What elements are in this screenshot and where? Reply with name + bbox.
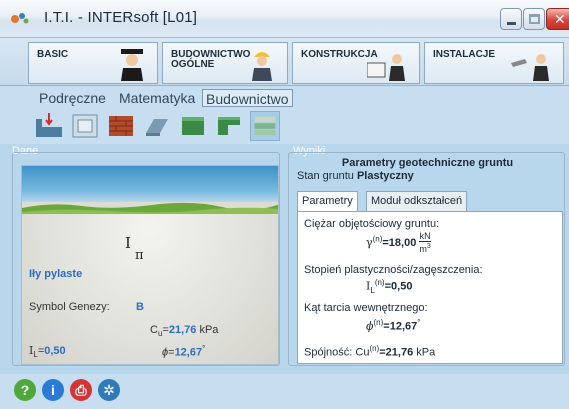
minimize-icon bbox=[507, 22, 516, 25]
tab-matematyka[interactable]: Matematyka bbox=[116, 89, 198, 107]
cu-field: Cu=21,76 kPa bbox=[150, 324, 218, 338]
maximize-icon bbox=[529, 14, 540, 24]
plasticity-value: 0,50 bbox=[391, 280, 413, 293]
cu-label: C bbox=[150, 324, 158, 336]
soil-name: Iły pylaste bbox=[29, 268, 83, 280]
cohesion-unit: kPa bbox=[416, 346, 436, 359]
module-tab-label: BUDOWNICTWO OGÓLNE bbox=[171, 49, 251, 70]
close-button[interactable]: ✕ bbox=[546, 8, 569, 30]
unit-weight-formula: γ(n)=18,00 kN m3 bbox=[366, 232, 431, 254]
unit-weight-sup: (n) bbox=[372, 234, 383, 244]
tab-parametry[interactable]: Parametry bbox=[297, 191, 358, 212]
module-tab-budownictwo[interactable]: BUDOWNICTWO OGÓLNE bbox=[162, 42, 288, 84]
foundation-icon[interactable] bbox=[70, 111, 100, 141]
friction-angle-symbol: ϕ bbox=[366, 319, 374, 333]
module-tabs: BASIC BUDOWNICTWO OGÓLNE KONSTRUKCJA INS… bbox=[0, 38, 569, 86]
cohesion-symbol: Cu bbox=[355, 346, 370, 359]
cu-value: 21,76 bbox=[168, 324, 197, 336]
unit-weight-value: 18,00 bbox=[388, 236, 417, 249]
cohesion-sup: (n) bbox=[369, 344, 380, 353]
brick-wall-icon[interactable] bbox=[106, 111, 136, 141]
soil-state: Stan gruntu Plastyczny bbox=[297, 170, 414, 182]
phi-unit: ° bbox=[202, 344, 206, 353]
minimize-button[interactable] bbox=[500, 8, 522, 30]
soil-scene: I π Iły pylaste Symbol Genezy: B Cu=21,7… bbox=[21, 165, 279, 365]
cu-unit: kPa bbox=[199, 324, 219, 336]
close-icon: ✕ bbox=[554, 11, 566, 27]
unit-weight-unit: kN m3 bbox=[419, 231, 431, 254]
plasticity-label: Stopień plastyczności/zagęszczenia: bbox=[304, 264, 483, 276]
il-value: 0,50 bbox=[44, 345, 66, 357]
module-tab-label: BASIC bbox=[37, 49, 69, 60]
plasticity-sup: (n) bbox=[374, 278, 385, 287]
cohesion-label: Spójność: bbox=[304, 346, 353, 359]
soil-layers-icon[interactable] bbox=[250, 111, 280, 141]
results-title: Parametry geotechniczne gruntu bbox=[341, 157, 514, 169]
module-tab-instalacje[interactable]: INSTALACJE bbox=[424, 42, 564, 84]
soil-symbol: I bbox=[125, 234, 131, 252]
soil-image bbox=[22, 214, 278, 364]
category-tabs: Podręczne Matematyka Budownictwo bbox=[0, 86, 569, 108]
friction-angle-label: Kąt tarcia wewnętrznego: bbox=[304, 302, 428, 314]
friction-angle-sup: (n) bbox=[373, 318, 384, 327]
genesis-label: Symbol Genezy: bbox=[29, 301, 110, 313]
module-tab-konstrukcja[interactable]: KONSTRUKCJA bbox=[292, 42, 420, 84]
soil-state-label: Stan gruntu bbox=[297, 170, 354, 182]
wyniki-panel: Parametry geotechniczne gruntu Stan grun… bbox=[288, 152, 565, 366]
soil-symbol-sub: π bbox=[135, 248, 144, 263]
pressure-icon[interactable] bbox=[34, 111, 64, 141]
tab-budownictwo[interactable]: Budownictwo bbox=[202, 89, 293, 107]
maximize-button[interactable] bbox=[523, 8, 545, 30]
friction-angle-unit: ° bbox=[417, 318, 421, 327]
plasticity-sub: L bbox=[370, 285, 375, 295]
module-tab-basic[interactable]: BASIC bbox=[28, 42, 158, 84]
installer-figure-icon bbox=[511, 54, 549, 81]
print-icon[interactable]: ⎙ bbox=[70, 379, 92, 401]
unit-weight-unit-den: m bbox=[419, 244, 427, 254]
phi-value: 12,67 bbox=[174, 346, 203, 359]
title-bar: I.T.I. - INTERsoft [L01] ✕ bbox=[0, 0, 569, 38]
graduate-figure-icon bbox=[121, 49, 143, 81]
plasticity-formula: IL(n)=0,50 bbox=[366, 278, 412, 295]
bottom-bar: ? i ⎙ ✲ bbox=[0, 374, 569, 409]
window-title: I.T.I. - INTERsoft [L01] bbox=[44, 9, 198, 26]
soil-state-value: Plastyczny bbox=[356, 170, 414, 182]
slab-icon[interactable] bbox=[142, 111, 172, 141]
builder-figure-icon bbox=[252, 52, 272, 81]
engineer-figure-icon bbox=[367, 54, 405, 81]
parameters-panel: Ciężar objętościowy gruntu: γ(n)=18,00 k… bbox=[297, 211, 563, 364]
unit-weight-unit-num: kN bbox=[419, 231, 431, 242]
module-tab-label: INSTALACJE bbox=[433, 49, 496, 60]
cohesion-value: 21,76 bbox=[385, 346, 414, 359]
info-icon[interactable]: i bbox=[42, 379, 64, 401]
green-l-block-icon[interactable] bbox=[214, 111, 244, 141]
tab-modul-odksztalcen[interactable]: Moduł odkształceń bbox=[366, 191, 468, 211]
unit-weight-label: Ciężar objętościowy gruntu: bbox=[304, 218, 440, 230]
il-field: IL=0,50 bbox=[29, 344, 66, 359]
phi-field: ϕ=12,67° bbox=[162, 344, 205, 359]
genesis-value: B bbox=[136, 301, 144, 313]
friction-angle-value: 12,67 bbox=[389, 320, 418, 333]
help-icon[interactable]: ? bbox=[14, 379, 36, 401]
app-window: I.T.I. - INTERsoft [L01] ✕ BASIC BUDOWNI… bbox=[0, 0, 569, 409]
dane-panel: I π Iły pylaste Symbol Genezy: B Cu=21,7… bbox=[12, 152, 280, 366]
toolbar bbox=[0, 108, 569, 144]
tab-podreczne[interactable]: Podręczne bbox=[36, 89, 109, 107]
tools-icon[interactable]: ✲ bbox=[98, 379, 120, 401]
unit-weight-unit-exp: 3 bbox=[426, 243, 431, 250]
app-logo-icon bbox=[11, 13, 29, 24]
green-block-icon[interactable] bbox=[178, 111, 208, 141]
unit-weight-symbol: γ bbox=[366, 235, 373, 249]
cohesion-row: Spójność: Cu(n)=21,76 kPa bbox=[304, 344, 435, 359]
friction-angle-formula: ϕ(n)=12,67° bbox=[366, 318, 420, 333]
